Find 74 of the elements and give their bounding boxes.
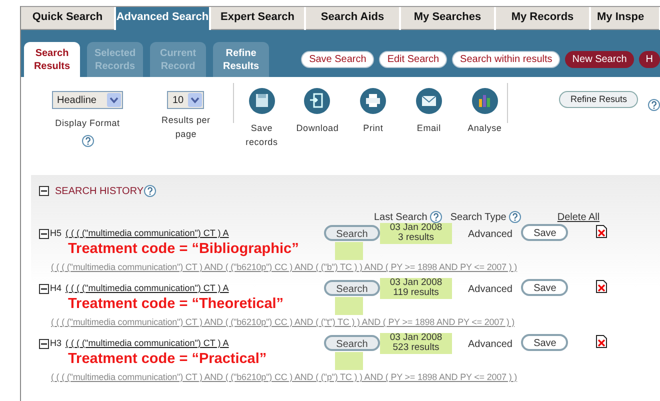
nav-tab[interactable]: Advanced Search [116,7,209,30]
result-count: 523 results [392,343,440,353]
search-date: 03 Jan 2008 [390,223,442,233]
search-type: Advanced [468,338,512,352]
nav-tab[interactable]: My Inspe [591,7,659,30]
highlight-overlay [335,242,363,260]
search-button[interactable]: Search [324,280,380,296]
collapse-icon[interactable] [39,338,49,349]
dropdown-field[interactable]: 10 [167,91,204,109]
action-button[interactable]: Edit Search [379,51,448,68]
nav-tab[interactable]: Quick Search [21,7,114,30]
nav-tab[interactable]: Expert Search [211,7,304,30]
annotation-text: Treatment code = “Practical” [68,350,268,368]
column-header: Last Search [374,210,428,223]
results-tab[interactable]: Refine Results [213,42,270,77]
action-button[interactable]: Save Search [301,51,374,68]
dropdown-field[interactable]: Headline [52,91,123,109]
help-icon[interactable] [430,210,442,223]
floppy-disk-icon[interactable] [248,87,276,115]
result-count: 119 results [393,288,439,298]
delete-icon[interactable] [596,335,608,348]
nav-tab[interactable]: My Searches [401,7,494,30]
search-button[interactable]: Search [324,225,380,241]
bar-chart-icon[interactable] [470,87,499,115]
printer-icon[interactable] [359,87,388,115]
download-icon[interactable] [303,87,332,115]
column-header: Search Type [450,210,506,224]
search-date: 03 Jan 2008 [390,278,442,288]
tool-button[interactable]: Save records [240,121,284,149]
envelope-icon[interactable] [414,87,443,115]
save-button[interactable]: Save [521,334,568,351]
delete-icon[interactable] [596,225,608,238]
history-id: H5 [50,227,62,240]
delete-icon[interactable] [596,280,608,293]
field-label: Display Format [55,117,120,130]
collapse-icon[interactable] [39,228,49,239]
search-button[interactable]: Search [324,335,380,351]
history-id: H3 [50,337,62,350]
field-label: Results per page [160,114,211,141]
section-title: SEARCH HISTORY [55,184,144,198]
highlight-overlay [335,297,363,315]
search-type: Advanced [468,283,512,297]
full-query-link[interactable]: ( ( ( ("multimedia communication") CT ) AND ( ("b6210p") CC ) AND ( ("t") TC ) ) AND ( PY >= 1898 AND PY <= 2007 ) ) [51,316,515,330]
help-icon[interactable] [509,210,522,223]
query-link[interactable]: ( ( ( ("multimedia communication") CT ) A [66,337,229,350]
help-icon[interactable] [82,134,94,146]
tool-button[interactable]: Email [406,121,451,135]
annotation-text: Treatment code = “Theoretical” [68,296,285,312]
results-tab[interactable]: Search Results [24,42,80,77]
collapse-icon[interactable] [39,284,49,294]
full-query-link[interactable]: ( ( ( ("multimedia communication") CT ) AND ( ("b6210p") CC ) AND ( ("p") TC ) ) AND ( PY >= 1898 AND PY <= 2007 ) ) [51,371,518,384]
search-type: Advanced [468,228,512,242]
query-link[interactable]: ( ( ( ("multimedia communication") CT ) A [66,227,229,240]
refine-results-button[interactable]: Refine Resuts [559,91,638,108]
result-count: 3 results [398,233,434,243]
action-button[interactable]: Search within results [452,51,560,68]
primary-button[interactable]: New Search [565,51,634,68]
save-button[interactable]: Save [521,224,568,241]
query-link[interactable]: ( ( ( ("multimedia communication") CT ) A [66,282,229,296]
annotation-text: Treatment code = “Bibliographic” [68,240,300,258]
help-icon[interactable] [144,184,156,197]
nav-tab[interactable]: Search Aids [306,7,399,30]
tool-button[interactable]: Print [351,121,396,135]
help-icon[interactable] [648,98,660,111]
save-button[interactable]: Save [521,279,568,296]
delete-all-link[interactable]: Delete All [557,210,600,224]
primary-button[interactable]: H [638,51,660,68]
search-date: 03 Jan 2008 [390,333,442,343]
history-id: H4 [50,282,62,295]
highlight-overlay [335,352,363,370]
nav-tab[interactable]: My Records [496,7,589,30]
collapse-icon[interactable] [39,186,49,196]
tool-button[interactable]: Download [295,121,340,135]
tool-button[interactable]: Analyse [462,121,507,135]
